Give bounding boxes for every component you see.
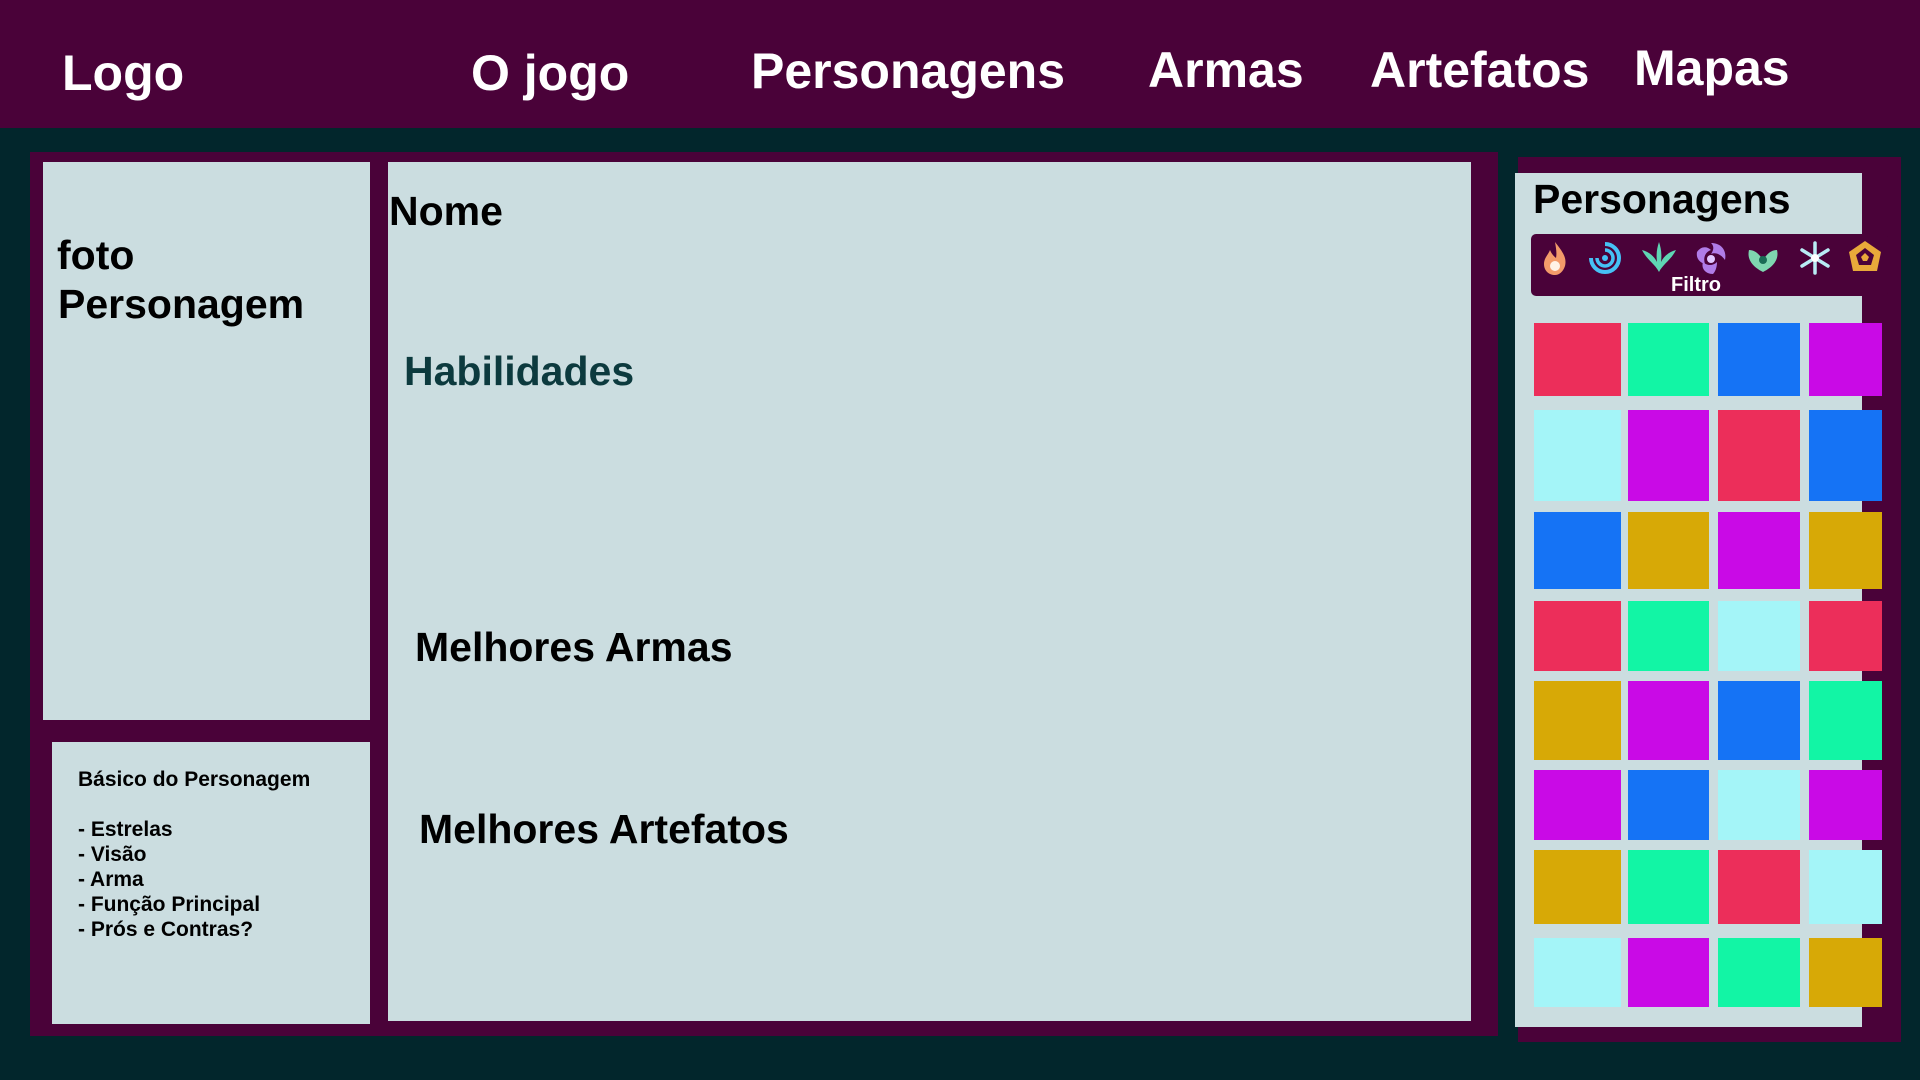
basic-item-funcao: - Função Principal: [78, 893, 261, 916]
character-photo-panel: foto Personagem: [43, 162, 370, 720]
nav-artefatos[interactable]: Artefatos: [1370, 45, 1589, 95]
nav-armas[interactable]: Armas: [1148, 45, 1304, 95]
sidebar-title: Personagens: [1533, 176, 1791, 222]
character-card[interactable]: [1534, 512, 1621, 589]
character-card[interactable]: [1809, 323, 1882, 396]
character-card[interactable]: [1628, 410, 1709, 501]
character-card[interactable]: [1628, 770, 1709, 840]
basic-item-estrelas: - Estrelas: [78, 818, 173, 841]
character-card[interactable]: [1809, 938, 1882, 1007]
cryo-icon[interactable]: [1795, 238, 1835, 278]
basic-title: Básico do Personagem: [78, 768, 311, 791]
anemo-icon[interactable]: [1639, 238, 1679, 278]
character-card[interactable]: [1809, 512, 1882, 589]
character-card[interactable]: [1718, 601, 1800, 671]
hydro-icon[interactable]: [1585, 238, 1625, 278]
character-card[interactable]: [1718, 410, 1800, 501]
character-card[interactable]: [1534, 938, 1621, 1007]
character-details-panel: Nome Habilidades Melhores Armas Melhores…: [388, 162, 1471, 1021]
character-card[interactable]: [1809, 410, 1882, 501]
character-card[interactable]: [1809, 681, 1882, 760]
character-card[interactable]: [1718, 681, 1800, 760]
basic-info-list: - Estrelas - Visão - Arma - Função Princ…: [78, 817, 260, 942]
logo[interactable]: Logo: [62, 48, 184, 98]
character-name: Nome: [389, 188, 503, 234]
character-card[interactable]: [1628, 323, 1709, 396]
dendro-icon[interactable]: [1743, 238, 1783, 278]
electro-icon[interactable]: [1691, 238, 1731, 278]
best-artifacts-heading: Melhores Artefatos: [419, 806, 789, 852]
character-card[interactable]: [1534, 601, 1621, 671]
photo-label-line1: foto: [57, 232, 135, 278]
element-filter-bar: Filtro: [1531, 234, 1888, 296]
character-card[interactable]: [1809, 850, 1882, 924]
character-card[interactable]: [1628, 938, 1709, 1007]
best-weapons-heading: Melhores Armas: [415, 624, 733, 670]
character-card[interactable]: [1809, 770, 1882, 840]
character-card[interactable]: [1628, 512, 1709, 589]
character-card[interactable]: [1628, 681, 1709, 760]
top-navbar: Logo O jogo Personagens Armas Artefatos …: [0, 0, 1920, 128]
character-card[interactable]: [1534, 323, 1621, 396]
nav-personagens[interactable]: Personagens: [751, 46, 1065, 96]
filter-label: Filtro: [1671, 274, 1721, 296]
character-card[interactable]: [1534, 850, 1621, 924]
basic-item-arma: - Arma: [78, 868, 144, 891]
geo-icon[interactable]: [1845, 238, 1885, 278]
abilities-heading: Habilidades: [404, 348, 635, 394]
character-card[interactable]: [1534, 410, 1621, 501]
character-card[interactable]: [1718, 770, 1800, 840]
basic-item-visao: - Visão: [78, 843, 147, 866]
character-card[interactable]: [1628, 601, 1709, 671]
photo-label-line2: Personagem: [58, 281, 305, 327]
character-card[interactable]: [1809, 601, 1882, 671]
character-card[interactable]: [1628, 850, 1709, 924]
pyro-icon[interactable]: [1535, 238, 1575, 278]
character-card[interactable]: [1718, 938, 1800, 1007]
nav-o-jogo[interactable]: O jogo: [471, 48, 629, 98]
character-card[interactable]: [1718, 323, 1800, 396]
character-card[interactable]: [1534, 770, 1621, 840]
character-card[interactable]: [1718, 850, 1800, 924]
character-card[interactable]: [1534, 681, 1621, 760]
nav-mapas[interactable]: Mapas: [1634, 43, 1790, 93]
basic-item-pros-contras: - Prós e Contras?: [78, 918, 254, 941]
character-card[interactable]: [1718, 512, 1800, 589]
